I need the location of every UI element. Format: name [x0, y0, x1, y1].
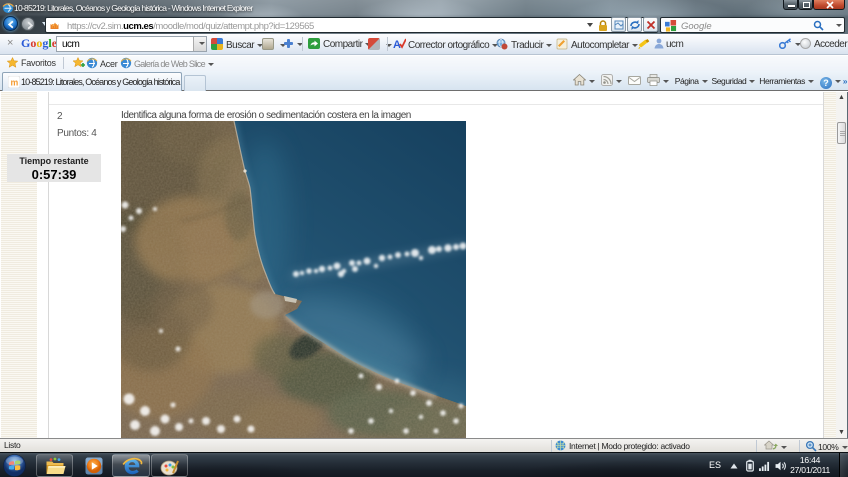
svg-text:m: m — [10, 77, 18, 87]
svg-text:m: m — [51, 23, 57, 30]
